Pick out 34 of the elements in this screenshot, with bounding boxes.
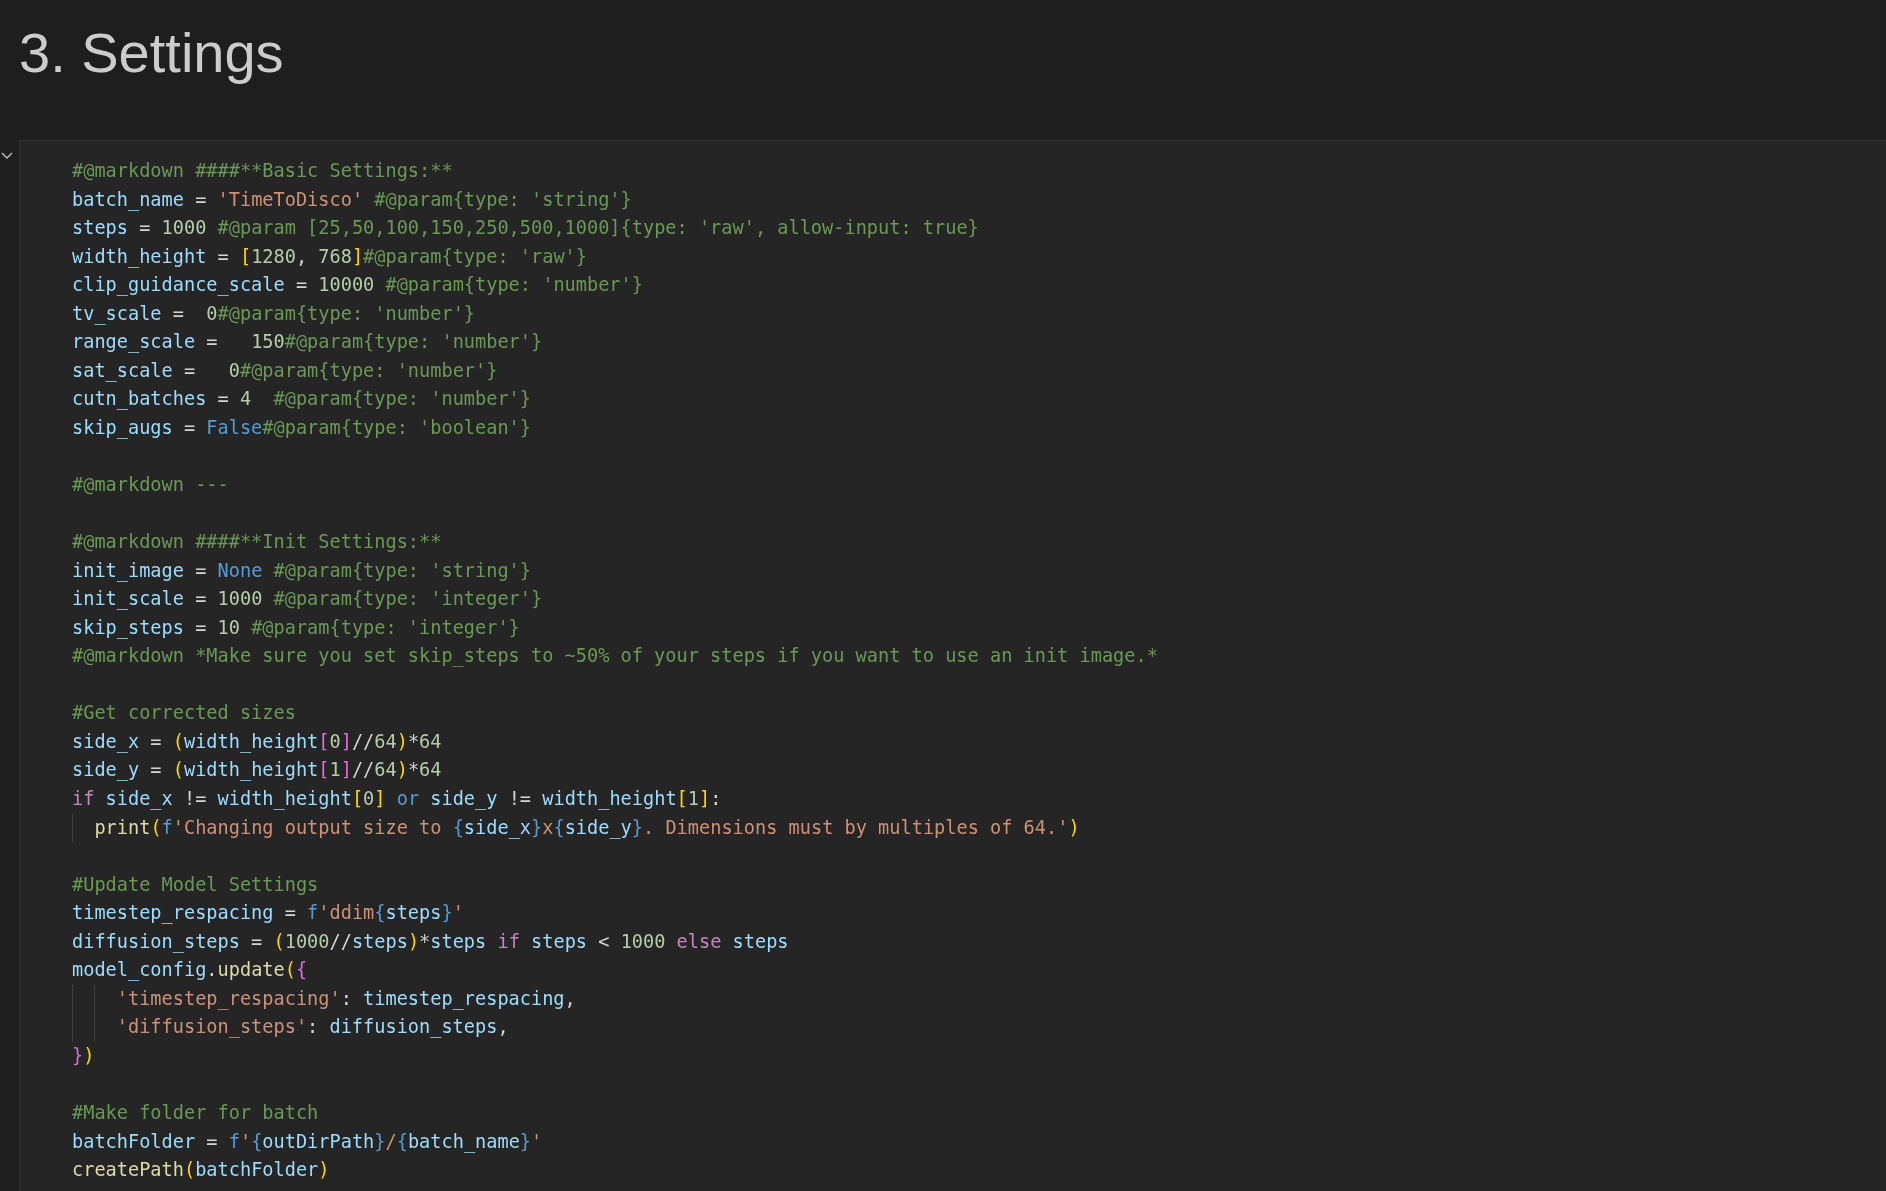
code-line: tv_scale = 0#@param{type: 'number'} xyxy=(72,301,476,327)
section-heading: 3. Settings xyxy=(18,20,285,86)
code-line: #@markdown ####**Basic Settings:** xyxy=(72,159,453,183)
code-line: 'diffusion_steps': diffusion_steps, xyxy=(116,1015,509,1040)
code-line: side_x = (width_height[0]//64)*64 xyxy=(72,729,442,755)
code-line: diffusion_steps = (1000//steps)*steps if steps < 1000 else steps xyxy=(72,929,789,955)
code-cell[interactable] xyxy=(19,140,1886,1191)
code-line: skip_steps = 10 #@param{type: 'integer'} xyxy=(72,615,520,641)
code-line: #Get corrected sizes xyxy=(72,701,296,726)
code-line: model_config.update({ xyxy=(72,958,308,983)
code-line: cutn_batches = 4 #@param{type: 'number'} xyxy=(72,387,531,412)
code-line: print(f'Changing output size to {side_x}x{side_y}. Dimensions must by multiples of 64.') xyxy=(94,815,1080,841)
code-line: sat_scale = 0#@param{type: 'number'} xyxy=(72,358,498,384)
code-line: 'timestep_respacing': timestep_respacing, xyxy=(116,986,576,1012)
code-line: #Make folder for batch xyxy=(72,1101,319,1126)
code-line: if side_x != width_height[0] or side_y != width_height[1]: xyxy=(72,787,722,812)
code-line: #@markdown *Make sure you set skip_steps to ~50% of your steps if you want to use an init image.* xyxy=(72,644,1158,669)
code-line: }) xyxy=(72,1043,95,1068)
code-line: range_scale = 150#@param{type: 'number'} xyxy=(72,330,543,355)
code-line: width_height = [1280, 768]#@param{type: 'raw'} xyxy=(72,244,587,270)
code-line: #@markdown ####**Init Settings:** xyxy=(72,530,442,555)
code-line: skip_augs = False#@param{type: 'boolean'} xyxy=(72,415,531,441)
code-line: init_scale = 1000 #@param{type: 'integer'} xyxy=(72,587,543,612)
code-line: createPath(batchFolder) xyxy=(72,1158,330,1183)
code-line: steps = 1000 #@param [25,50,100,150,250,500,1000]{type: 'raw', allow-input: true} xyxy=(72,216,979,241)
code-line: clip_guidance_scale = 10000 #@param{type: 'number'} xyxy=(72,273,643,298)
code-line: #@markdown --- xyxy=(72,473,229,497)
code-line: batchFolder = f'{outDirPath}/{batch_name}' xyxy=(72,1129,543,1155)
code-line: timestep_respacing = f'ddim{steps}' xyxy=(72,901,464,926)
code-line: side_y = (width_height[1]//64)*64 xyxy=(72,758,442,783)
code-line: batch_name = 'TimeToDisco' #@param{type: 'string'} xyxy=(72,187,632,213)
collapse-chevron-icon[interactable] xyxy=(1,152,13,160)
code-line: #Update Model Settings xyxy=(72,872,319,897)
code-line: init_image = None #@param{type: 'string'} xyxy=(72,558,531,584)
